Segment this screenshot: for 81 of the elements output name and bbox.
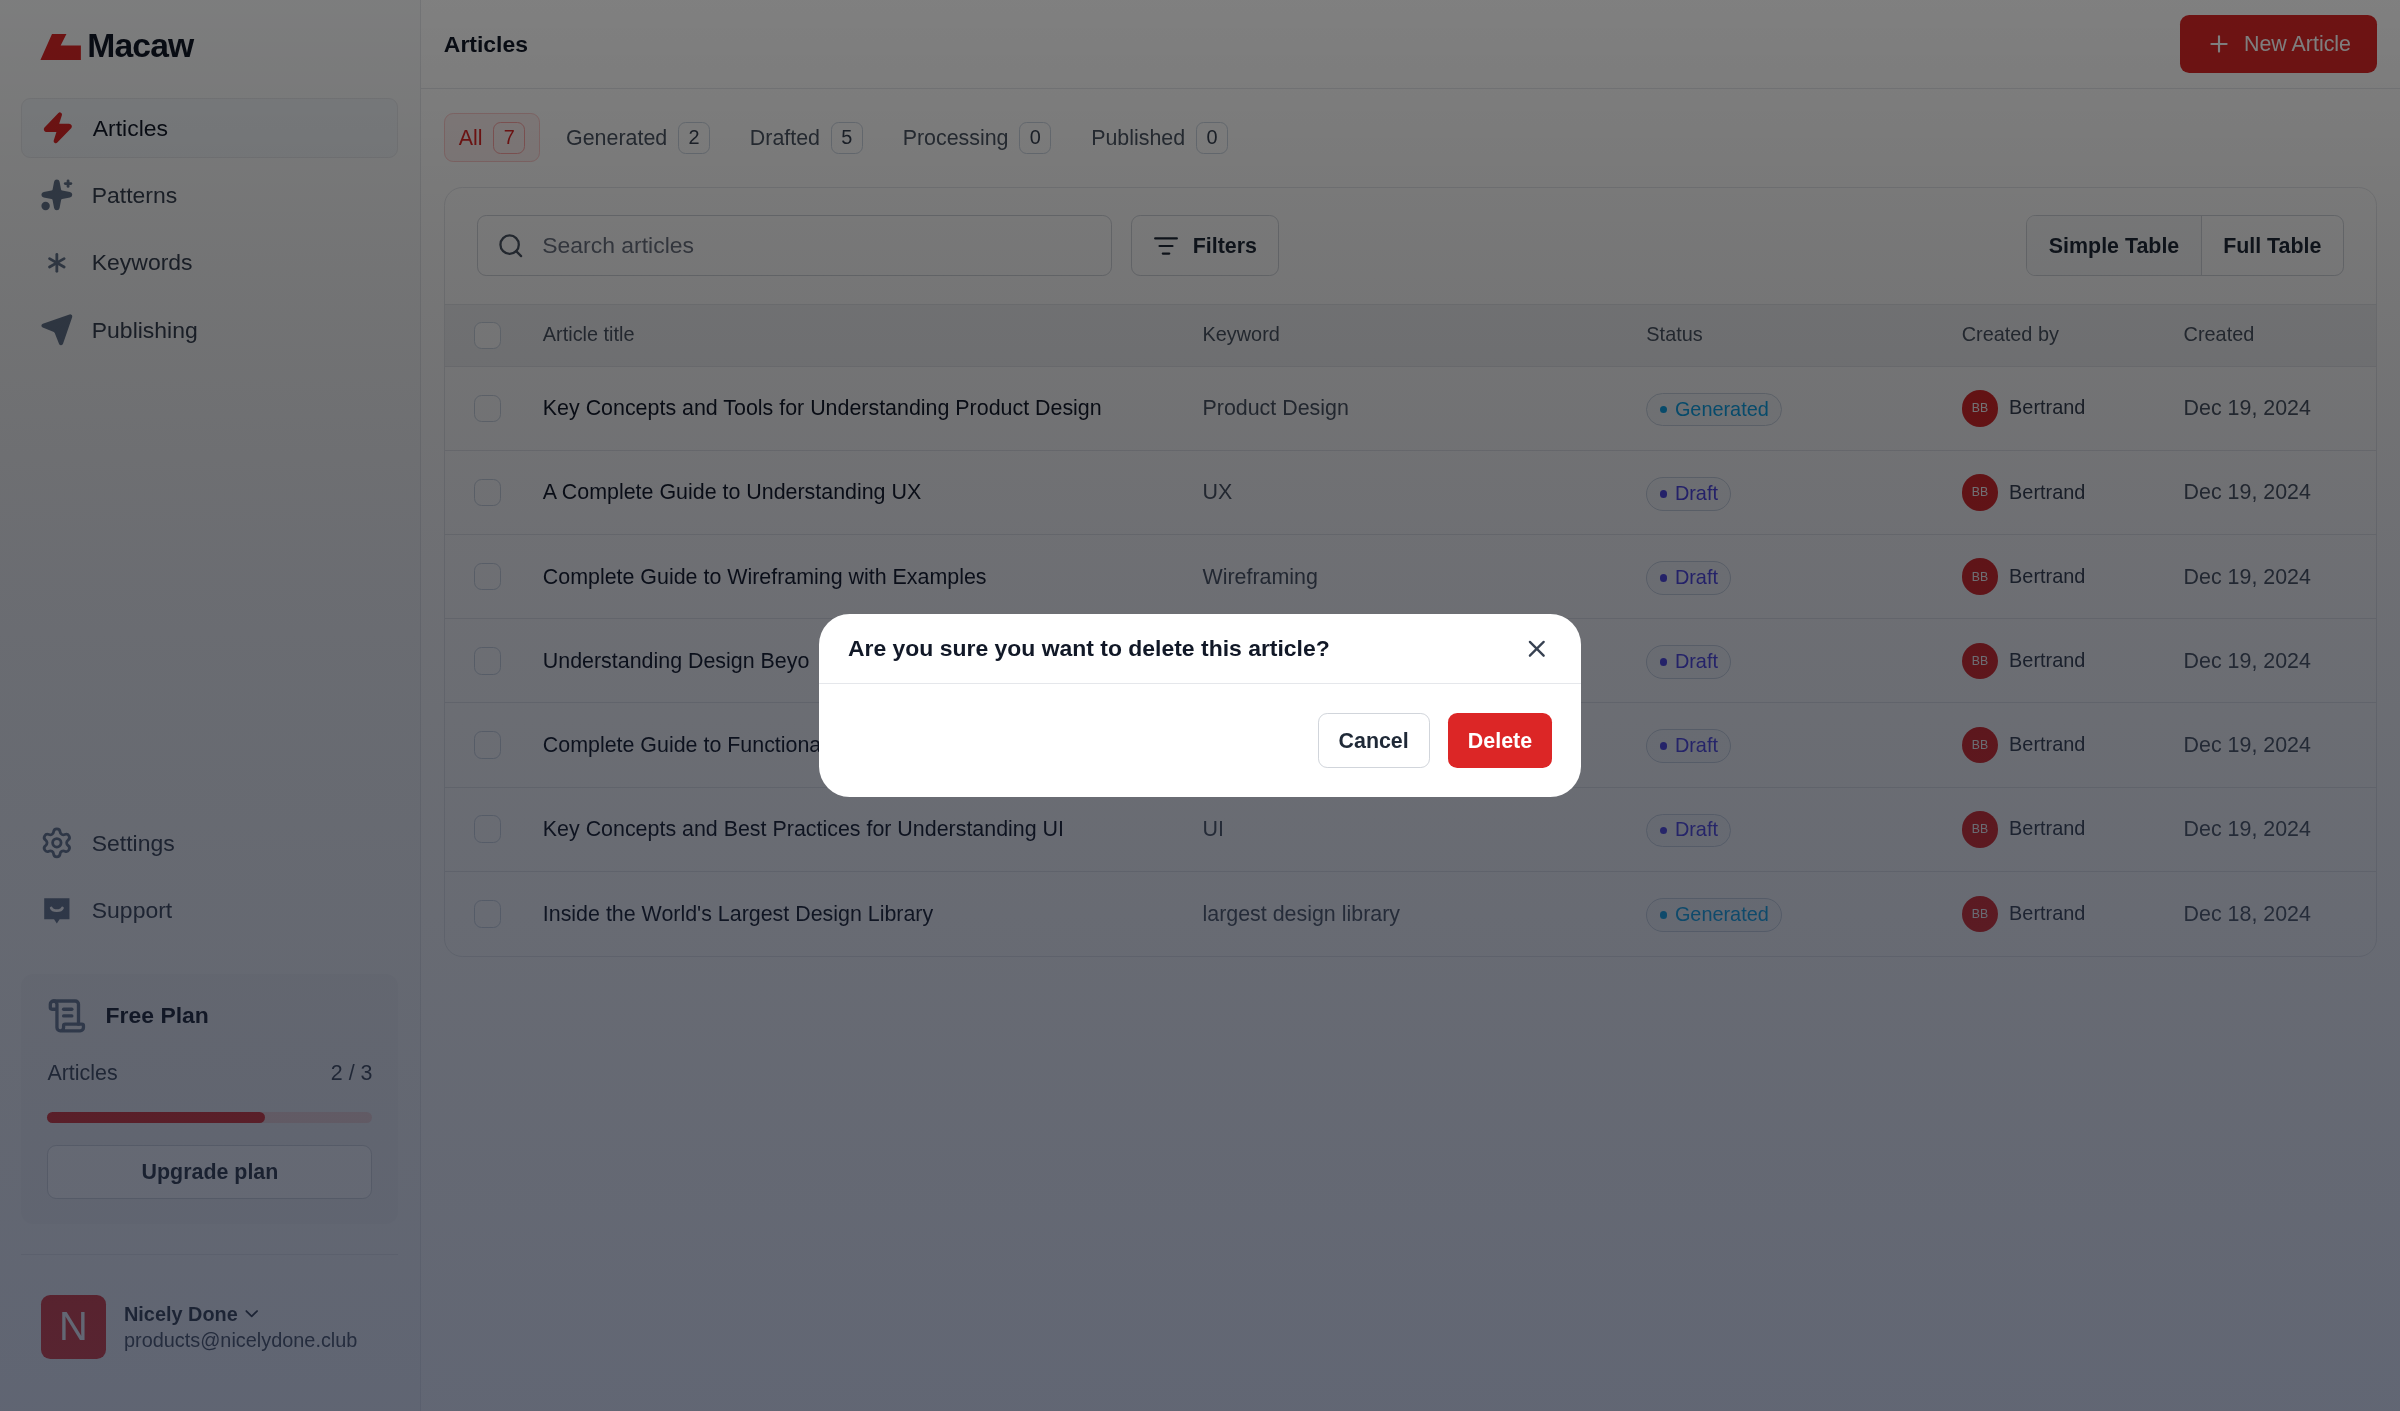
filter-tab[interactable]: All 7 <box>443 113 541 163</box>
plan-usage-count: 2 / 3 <box>330 1059 373 1087</box>
cancel-button[interactable]: Cancel <box>1317 713 1430 769</box>
article-title[interactable]: Inside the World's Largest Design Library <box>542 897 1203 930</box>
nav-item[interactable]: Publishing <box>21 299 399 360</box>
nav-item[interactable]: Settings <box>21 813 399 874</box>
user-avatar: BB <box>1961 558 1999 596</box>
filters-button[interactable]: Filters <box>1130 215 1280 277</box>
created-date: Dec 19, 2024 <box>2183 647 2312 675</box>
creator-name: Bertrand <box>2009 563 2086 589</box>
count-badge: 5 <box>830 121 863 154</box>
column-header: Status <box>1646 322 1704 348</box>
keyword-cell: largest design library <box>1202 901 1400 926</box>
search-field[interactable]: Search articles <box>477 215 1113 277</box>
user-avatar: BB <box>1961 895 1999 933</box>
page-title: Articles <box>443 29 528 59</box>
filter-tab[interactable]: Generated 2 <box>552 113 724 163</box>
new-article-button[interactable]: New Article <box>2179 14 2377 73</box>
created-date: Dec 19, 2024 <box>2183 479 2312 507</box>
checkbox[interactable] <box>473 321 502 350</box>
user-email: products@nicelydone.club <box>123 1328 358 1354</box>
article-title[interactable]: Complete Guide to Wireframing with Examples <box>542 560 1203 593</box>
keyword-cell: UX <box>1202 480 1233 505</box>
status-badge: Generated <box>1646 898 1783 932</box>
creator-name: Bertrand <box>2009 479 2086 505</box>
plan-usage-label: Articles <box>47 1059 118 1087</box>
search-icon <box>496 232 525 260</box>
article-title[interactable]: Key Concepts and Best Practices for Understanding UI <box>542 813 1203 846</box>
paper-plane-icon <box>39 312 74 347</box>
delete-button[interactable]: Delete <box>1447 713 1552 769</box>
logo-icon <box>39 33 82 60</box>
status-badge: Draft <box>1646 813 1732 848</box>
keyword-cell: Wireframing <box>1202 564 1318 589</box>
user-menu[interactable]: Nicely Done <box>123 1301 358 1328</box>
creator-name: Bertrand <box>2009 732 2086 758</box>
keyword-cell: Product Design <box>1202 396 1349 421</box>
status-badge: Draft <box>1646 561 1732 595</box>
status-badge: Draft <box>1646 729 1732 764</box>
created-date: Dec 19, 2024 <box>2183 731 2312 759</box>
nav-item[interactable]: Articles <box>21 97 399 158</box>
logo-text: Macaw <box>87 26 194 67</box>
count-badge: 0 <box>1195 121 1228 154</box>
user-avatar: BB <box>1961 390 1999 427</box>
user-avatar: BB <box>1961 474 1999 511</box>
view-toggle-option[interactable]: Full Table <box>2200 216 2343 276</box>
user-avatar: BB <box>1961 642 1999 680</box>
plan-title: Free Plan <box>105 1001 209 1031</box>
count-badge: 2 <box>677 121 711 154</box>
user-avatar: N <box>41 1294 106 1360</box>
count-badge: 7 <box>493 121 526 154</box>
column-header: Article title <box>542 322 636 348</box>
creator-name: Bertrand <box>2009 816 2086 842</box>
filter-tab[interactable]: Published 0 <box>1077 113 1242 163</box>
created-date: Dec 18, 2024 <box>2183 900 2312 928</box>
user-avatar: BB <box>1961 726 1999 764</box>
nav-item[interactable]: Keywords <box>21 232 399 293</box>
sparkles-icon <box>39 178 74 212</box>
column-header: Keyword <box>1202 322 1281 348</box>
status-badge: Draft <box>1646 476 1732 511</box>
creator-name: Bertrand <box>2009 647 2086 673</box>
status-badge: Draft <box>1646 645 1732 679</box>
keyword-cell: UI <box>1202 817 1224 842</box>
created-date: Dec 19, 2024 <box>2183 395 2312 423</box>
nav-item[interactable]: Support <box>21 880 399 941</box>
filter-tab[interactable]: Processing 0 <box>888 113 1066 163</box>
article-title[interactable]: Key Concepts and Tools for Understanding Product Design <box>542 392 1203 425</box>
article-title[interactable]: A Complete Guide to Understanding UX <box>542 476 1203 509</box>
created-date: Dec 19, 2024 <box>2183 563 2312 591</box>
nav-item[interactable]: Patterns <box>21 165 399 225</box>
filter-tab[interactable]: Drafted 5 <box>736 113 877 163</box>
user-avatar: BB <box>1961 810 1999 848</box>
dialog-title: Are you sure you want to delete this article? <box>847 634 1330 664</box>
created-date: Dec 19, 2024 <box>2183 816 2312 844</box>
upgrade-plan-button[interactable]: Upgrade plan <box>47 1145 373 1199</box>
checkbox[interactable] <box>473 394 502 423</box>
column-header: Created by <box>1961 322 2060 348</box>
creator-name: Bertrand <box>2009 900 2086 926</box>
status-badge: Generated <box>1646 392 1783 427</box>
column-header: Created <box>2183 322 2256 348</box>
count-badge: 0 <box>1019 121 1052 154</box>
creator-name: Bertrand <box>2009 395 2086 421</box>
